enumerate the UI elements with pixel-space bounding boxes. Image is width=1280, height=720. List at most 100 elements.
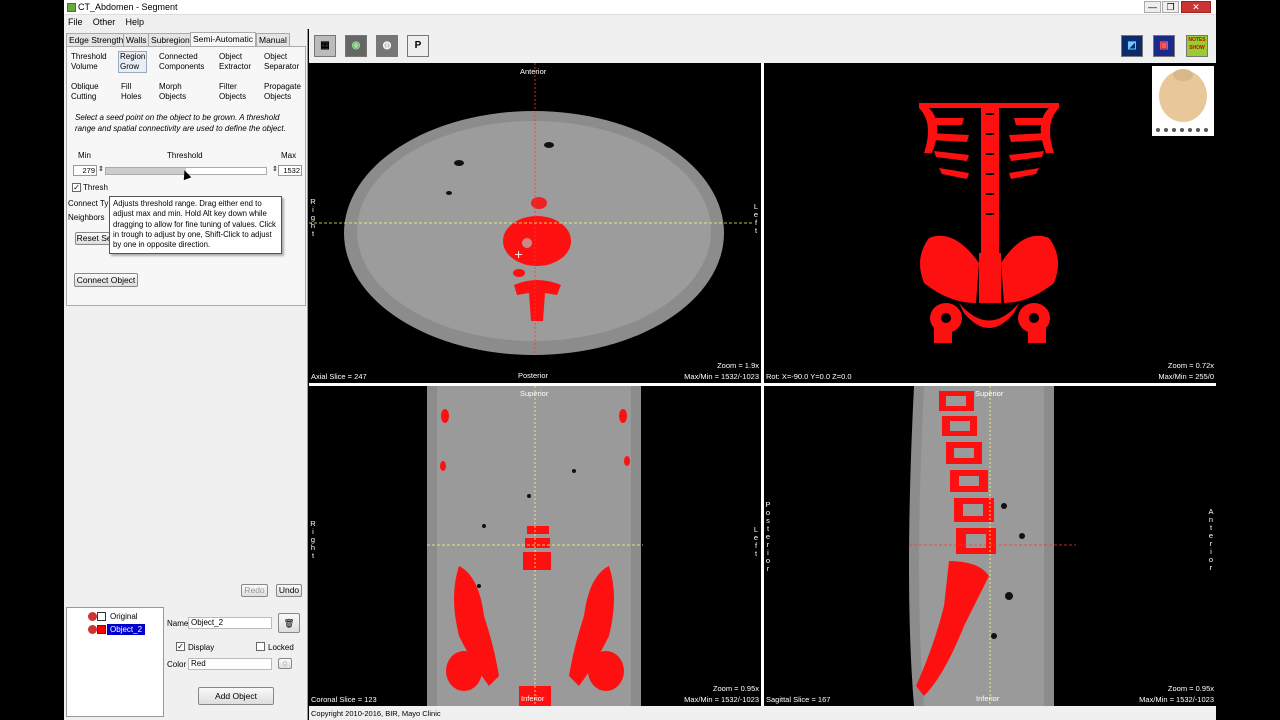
- display-label: Display: [188, 643, 215, 652]
- object-name: Original: [110, 612, 138, 621]
- axial-slice-label: Axial Slice = 247: [311, 372, 367, 381]
- oblique-cutting-tool[interactable]: Oblique Cutting: [71, 82, 99, 102]
- min-value-field[interactable]: 279: [73, 165, 97, 176]
- add-object-button[interactable]: Add Object: [198, 687, 274, 705]
- threshold-label: Threshold: [167, 151, 203, 160]
- object-separator-tool[interactable]: Object Separator: [264, 52, 299, 72]
- axial-top-label: Anterior: [520, 67, 547, 76]
- screen-capture-icon[interactable]: ▣: [1153, 35, 1175, 57]
- region-grow-tool[interactable]: Region Grow: [118, 51, 148, 73]
- sagittal-bottom-label: Inferior: [976, 694, 1000, 703]
- coronal-image: [427, 386, 643, 706]
- axial-bottom-label: Posterior: [518, 371, 549, 380]
- visibility-icon[interactable]: [88, 625, 97, 634]
- tab-walls[interactable]: Walls: [123, 33, 150, 46]
- display-checkbox[interactable]: ✓: [176, 642, 185, 651]
- maximize-button[interactable]: ❐: [1162, 1, 1179, 13]
- coronal-slice-label: Coronal Slice = 123: [311, 695, 377, 704]
- notes-icon[interactable]: NOTES SHOW: [1186, 35, 1208, 57]
- filter-objects-tool[interactable]: Filter Objects: [219, 82, 246, 102]
- min-label: Min: [78, 151, 91, 160]
- left-panel: Edge Strength Walls Subregion Semi-Autom…: [64, 29, 308, 720]
- sagittal-left-label: Posterior: [765, 500, 771, 573]
- locked-checkbox[interactable]: [256, 642, 265, 651]
- axial-image: +: [309, 63, 754, 355]
- threshold-checkbox[interactable]: ✓: [72, 183, 81, 192]
- trash-icon[interactable]: 🗑: [278, 613, 300, 633]
- axial-left-label: Right: [310, 197, 316, 238]
- object-name: Object_2: [107, 624, 146, 635]
- render-view[interactable]: Rot: X=-90.0 Y=0.0 Z=0.0 Zoom = 0.72x Ma…: [764, 63, 1216, 383]
- minimize-button[interactable]: —: [1144, 1, 1161, 13]
- connect-object-button[interactable]: Connect Object: [74, 273, 138, 287]
- propagate-objects-tool[interactable]: Propagate Objects: [264, 82, 301, 102]
- window-title: CT_Abdomen - Segment: [78, 2, 178, 12]
- close-button[interactable]: ✕: [1181, 1, 1211, 13]
- sagittal-maxmin-label: Max/Min = 1532/-1023: [1139, 695, 1214, 704]
- render-rotation-label: Rot: X=-90.0 Y=0.0 Z=0.0: [766, 372, 852, 381]
- render-icon[interactable]: ◉: [345, 35, 367, 57]
- axial-right-label: Left: [753, 202, 759, 235]
- axial-maxmin-label: Max/Min = 1532/-1023: [684, 372, 759, 381]
- color-label: Color: [167, 660, 187, 669]
- preferences-icon[interactable]: P: [407, 35, 429, 57]
- min-spinner-icon[interactable]: ⇕: [98, 165, 104, 173]
- tab-edge-strength[interactable]: Edge Strength: [66, 33, 127, 46]
- axial-zoom-label: Zoom = 1.9x: [717, 361, 759, 370]
- coronal-view[interactable]: Superior Inferior Right Left Coronal Sli…: [309, 386, 761, 706]
- menu-other[interactable]: Other: [89, 15, 120, 27]
- viewer-toolbar: ▦ ◉ ◍ P ◩ ▣ NOTES SHOW: [309, 29, 1216, 63]
- coronal-maxmin-label: Max/Min = 1532/-1023: [684, 695, 759, 704]
- max-value-field[interactable]: 1532: [278, 165, 302, 176]
- visibility-icon[interactable]: [88, 612, 97, 621]
- object-properties: Name Object_2 🗑 ✓ Display Locked Color R…: [164, 607, 304, 717]
- render-maxmin-label: Max/Min = 255/0: [1158, 372, 1214, 381]
- threshold-volume-tool[interactable]: Threshold Volume: [71, 52, 107, 72]
- title-bar: CT_Abdomen - Segment — ❐ ✕: [64, 0, 1216, 15]
- tab-semi-automatic[interactable]: Semi-Automatic: [190, 32, 256, 47]
- object-list: Original Object_2: [66, 607, 164, 717]
- axial-view[interactable]: + Anterior Posterior Right Left Axial Sl…: [309, 63, 761, 383]
- tab-subregion[interactable]: Subregion: [148, 33, 193, 46]
- app-icon: [67, 3, 76, 12]
- tab-manual[interactable]: Manual: [256, 33, 290, 46]
- object-name-field[interactable]: Object_2: [188, 617, 272, 629]
- color-swatch: [97, 612, 106, 621]
- instructions-text: Select a seed point on the object to be …: [75, 113, 286, 133]
- max-spinner-icon[interactable]: ⇕: [272, 165, 278, 173]
- sagittal-slice-label: Sagittal Slice = 167: [766, 695, 831, 704]
- redo-button[interactable]: Redo: [241, 584, 268, 597]
- sagittal-right-label: Anterior: [1208, 507, 1214, 572]
- skeleton-render: [919, 66, 1214, 343]
- object-row-original[interactable]: Original: [69, 611, 161, 622]
- name-label: Name: [167, 619, 189, 628]
- connect-type-label: Connect Ty: [68, 199, 109, 208]
- sagittal-zoom-label: Zoom = 0.95x: [1167, 684, 1214, 693]
- coronal-zoom-label: Zoom = 0.95x: [712, 684, 759, 693]
- fill-holes-tool[interactable]: Fill Holes: [121, 82, 141, 102]
- connected-components-tool[interactable]: Connected Components: [159, 52, 204, 72]
- undo-button[interactable]: Undo: [276, 584, 302, 597]
- coronal-right-label: Left: [753, 525, 759, 558]
- threshold-range-bar[interactable]: [106, 168, 186, 174]
- svg-text:+: +: [514, 248, 523, 261]
- layout-icon[interactable]: ▦: [314, 35, 336, 57]
- locked-label: Locked: [268, 643, 294, 652]
- menu-file[interactable]: File: [64, 15, 87, 27]
- copyright-text: Copyright 2010-2016, BIR, Mayo Clinic: [309, 706, 1216, 720]
- object-row-object-2[interactable]: Object_2: [69, 624, 161, 635]
- coronal-bottom-label: Inferior: [521, 694, 545, 703]
- render-zoom-label: Zoom = 0.72x: [1167, 361, 1214, 370]
- max-label: Max: [281, 151, 297, 160]
- color-value-field[interactable]: Red: [188, 658, 272, 670]
- sagittal-top-label: Superior: [975, 389, 1004, 398]
- color-picker-icon[interactable]: ◌: [278, 658, 292, 669]
- sagittal-view[interactable]: Superior Inferior Posterior Anterior Sag…: [764, 386, 1216, 706]
- threshold-tooltip: Adjusts threshold range. Drag either end…: [109, 196, 282, 254]
- sagittal-image: [909, 386, 1076, 706]
- camera-icon[interactable]: ◍: [376, 35, 398, 57]
- menu-help[interactable]: Help: [122, 15, 149, 27]
- monitor-icon[interactable]: ◩: [1121, 35, 1143, 57]
- object-extractor-tool[interactable]: Object Extractor: [219, 52, 251, 72]
- morph-objects-tool[interactable]: Morph Objects: [159, 82, 186, 102]
